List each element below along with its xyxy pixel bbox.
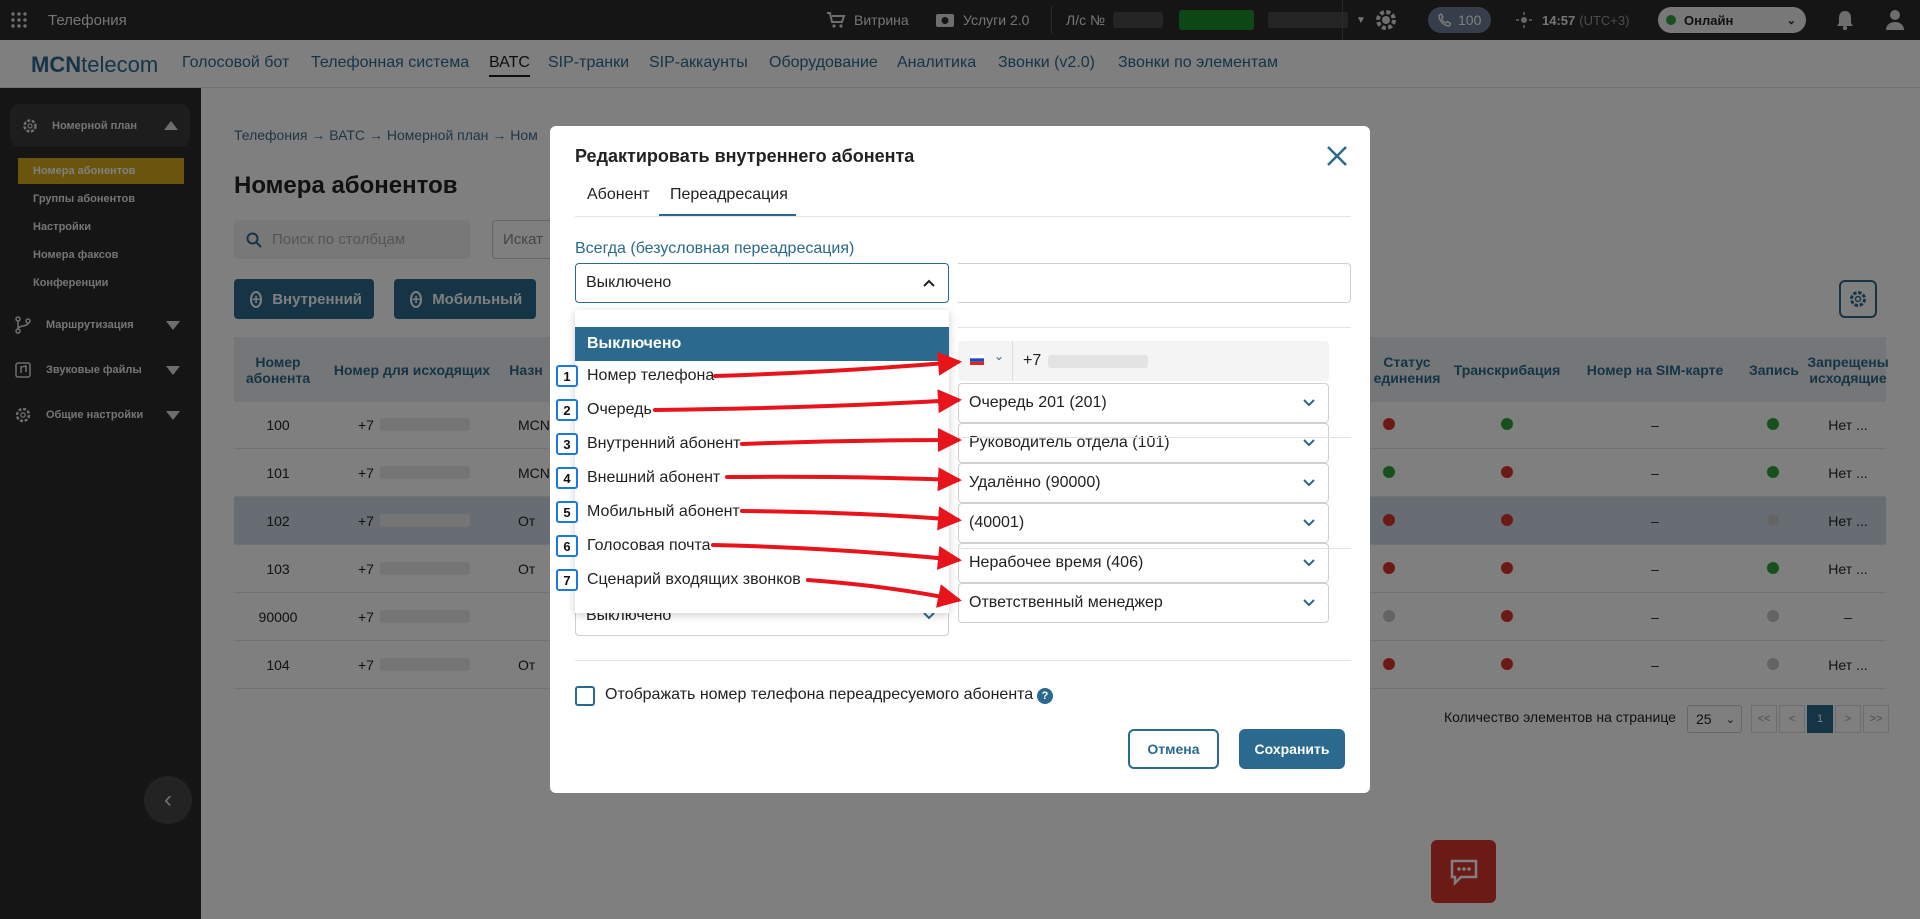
annotation-badge-5: 5 xyxy=(556,501,578,523)
annotation-arrow-3 xyxy=(740,428,962,453)
annotation-badge-3: 3 xyxy=(556,433,578,455)
annotation-badge-7: 7 xyxy=(556,569,578,591)
annotation-arrow-4 xyxy=(725,467,962,492)
annotation-arrow-6 xyxy=(711,543,962,570)
annotation-arrow-7 xyxy=(806,578,962,608)
annotation-arrow-2 xyxy=(653,389,962,414)
annotation-badge-6: 6 xyxy=(556,535,578,557)
annotation-arrow-1 xyxy=(713,351,962,378)
annotation-arrows xyxy=(653,351,962,608)
annotation-badge-4: 4 xyxy=(556,467,578,489)
annotation-badge-1: 1 xyxy=(556,365,578,387)
annotation-arrow-5 xyxy=(740,506,962,531)
annotation-badge-2: 2 xyxy=(556,399,578,421)
